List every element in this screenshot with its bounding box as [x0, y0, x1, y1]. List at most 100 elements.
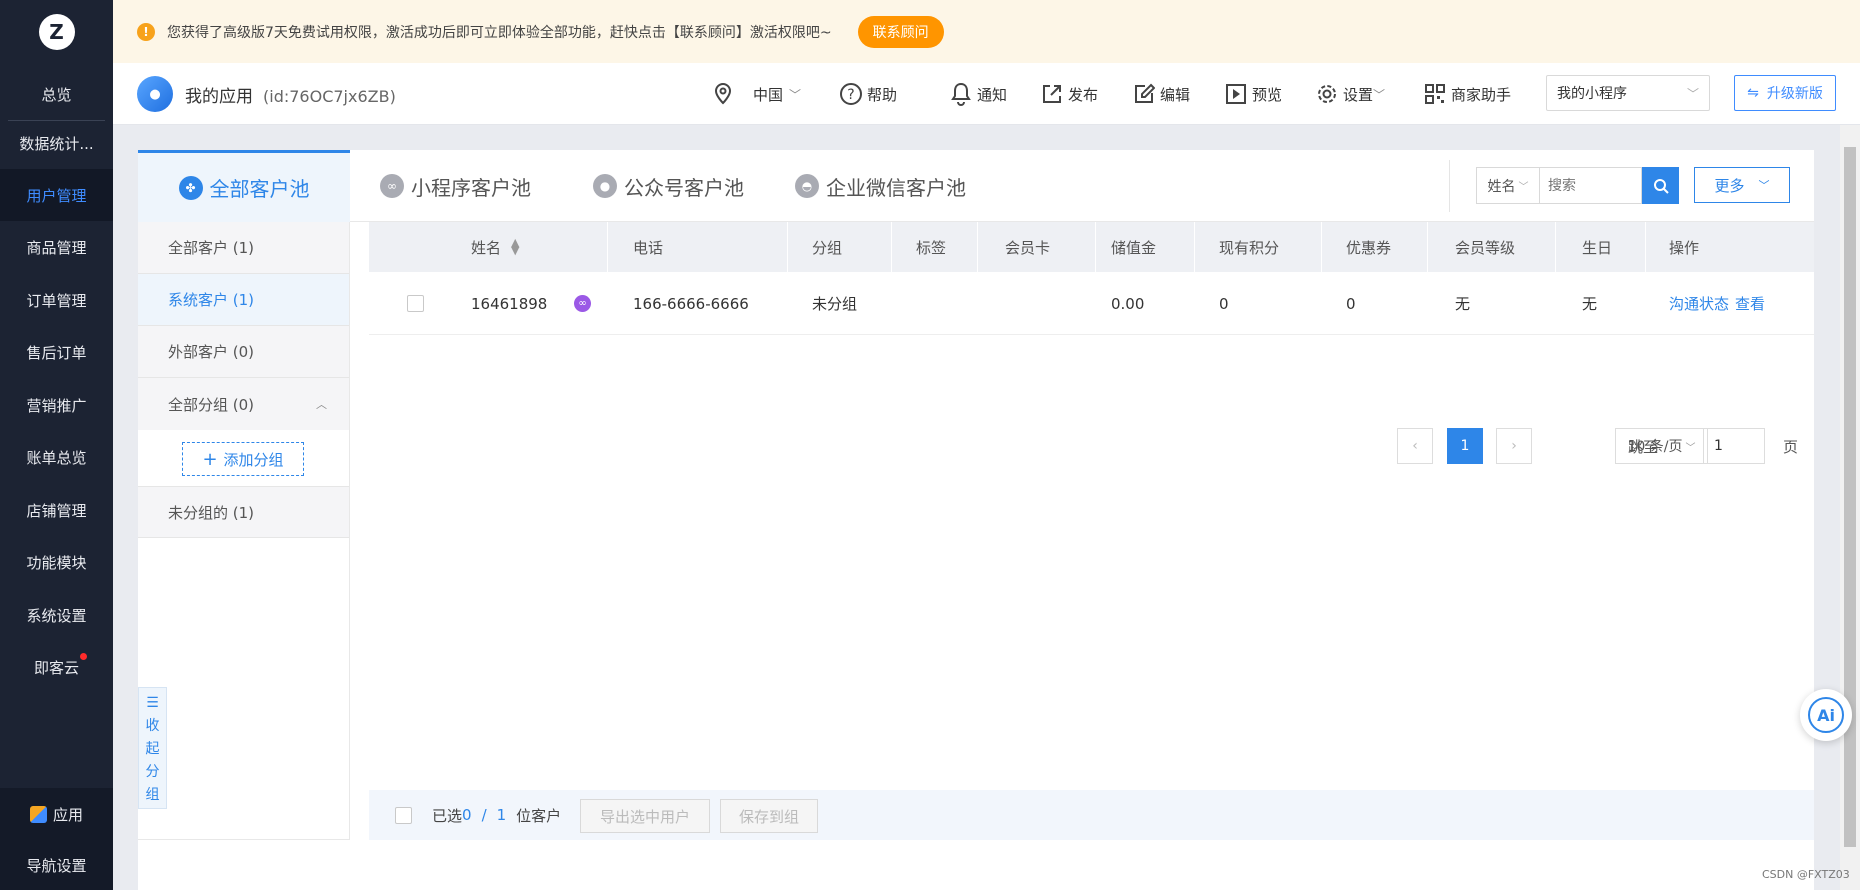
jump-input[interactable]: 1	[1703, 428, 1765, 464]
publish-label: 发布	[1068, 85, 1099, 104]
apps-label: 应用	[52, 805, 83, 824]
page-scrollbar[interactable]	[1840, 125, 1860, 890]
search-icon	[1653, 178, 1669, 194]
clover-icon: ✤	[178, 175, 203, 200]
col-level: 会员等级	[1455, 238, 1516, 257]
settings-button[interactable]: 设置 ﹀	[1315, 79, 1385, 109]
all-groups-label: 全部分组 (0)	[168, 395, 255, 414]
tab-official-account-pool[interactable]: ● 公众号客户池	[593, 150, 744, 222]
watermark: CSDN @FXTZ03	[1762, 868, 1850, 881]
search-button[interactable]	[1642, 167, 1679, 204]
ai-icon: Ai	[1808, 697, 1844, 733]
merchant-label: 商家助手	[1451, 85, 1512, 104]
prev-page-button[interactable]: ‹	[1397, 428, 1433, 464]
publish-button[interactable]: 发布	[1040, 79, 1098, 109]
tab-all-pool[interactable]: ✤ 全部客户池	[138, 150, 350, 222]
svg-text:?: ?	[847, 87, 854, 103]
cell-name: 16461898	[471, 294, 548, 313]
tab-miniprogram-pool[interactable]: ∞ 小程序客户池	[380, 150, 531, 222]
tab-wecom-pool[interactable]: ◓ 企业微信客户池	[795, 150, 966, 222]
group-system-customers[interactable]: 系统客户 (1)	[138, 274, 349, 326]
sidebar-item-aftersales[interactable]: 售后订单	[0, 326, 113, 378]
collapse-groups-button[interactable]: ☰ 收 起 分 组	[138, 687, 167, 809]
app-logo[interactable]: Z	[0, 0, 113, 63]
plus-icon: +	[202, 448, 218, 470]
app-avatar: ●	[137, 76, 173, 112]
help-button[interactable]: ? 帮助	[839, 79, 897, 109]
save-to-group-button[interactable]: 保存到组	[720, 799, 818, 833]
checkbox[interactable]	[395, 807, 412, 824]
checkbox[interactable]	[407, 295, 424, 312]
chat-icon: ◓	[795, 174, 819, 198]
more-button[interactable]: 更多 ﹀	[1694, 167, 1790, 203]
sidebar-item-stats[interactable]: 数据统计...	[0, 117, 113, 169]
sidebar-item-system[interactable]: 系统设置	[0, 589, 113, 641]
selection-summary: 已选 0 / 1 位客户	[432, 790, 561, 840]
sidebar-item-modules[interactable]: 功能模块	[0, 536, 113, 588]
cell-coupons: 0	[1346, 294, 1356, 313]
app-name: 我的应用	[185, 87, 253, 107]
search-input[interactable]	[1540, 167, 1642, 204]
export-selected-button[interactable]: 导出选中用户	[580, 799, 710, 833]
sort-icon[interactable]: ▲ ▼	[511, 237, 519, 256]
sidebar-item-overview[interactable]: 总览	[0, 68, 113, 120]
notify-button[interactable]: 通知	[949, 79, 1007, 109]
scroll-thumb[interactable]	[1844, 147, 1856, 847]
group-all-customers[interactable]: 全部客户 (1)	[138, 222, 349, 274]
chevron-left-icon: ‹	[1412, 438, 1418, 454]
sidebar-item-jikeyun[interactable]: 即客云	[0, 641, 113, 693]
sidebar-item-billing[interactable]: 账单总览	[0, 431, 113, 483]
region-selector[interactable]: 中国 ﹀	[711, 79, 801, 109]
total-count: 1	[496, 806, 507, 824]
table-row: 16461898 ∞ 166-6666-6666 未分组 0.00 0 0 无 …	[369, 272, 1814, 335]
sidebar-item-products[interactable]: 商品管理	[0, 221, 113, 273]
col-divider	[891, 222, 892, 272]
sidebar-item-orders[interactable]: 订单管理	[0, 274, 113, 326]
col-points: 现有积分	[1219, 238, 1280, 257]
app-header: ● 我的应用 (id:76OC7jx6ZB) 中国 ﹀ ? 帮助 通知 发布 编辑	[113, 63, 1860, 125]
app-select[interactable]: 我的小程序 ﹀	[1546, 75, 1710, 111]
sidebar-item-nav-settings[interactable]: 导航设置	[0, 840, 113, 890]
app-select-value: 我的小程序	[1557, 86, 1627, 102]
next-page-button[interactable]: ›	[1496, 428, 1532, 464]
upgrade-button[interactable]: ⇋ 升级新版	[1734, 75, 1836, 111]
page-button[interactable]: 1	[1447, 428, 1483, 464]
view-link[interactable]: 查看	[1735, 293, 1765, 314]
customer-table: 姓名 ▲ ▼ 电话 分组 标签 会员卡 储值金 现有积分 优惠券 会员等级 生日 …	[369, 222, 1814, 464]
edit-button[interactable]: 编辑	[1132, 79, 1190, 109]
add-group-label: 添加分组	[223, 450, 284, 469]
collapse-char: 组	[145, 787, 160, 803]
sidebar-item-store[interactable]: 店铺管理	[0, 484, 113, 536]
group-ungrouped[interactable]: 未分组的 (1)	[138, 486, 349, 538]
tab-official-account-label: 公众号客户池	[624, 175, 744, 200]
ai-assistant-button[interactable]: Ai	[1800, 689, 1852, 741]
cell-birthday: 无	[1582, 295, 1598, 313]
help-label: 帮助	[867, 85, 898, 104]
sidebar-item-apps[interactable]: 应用	[0, 788, 113, 840]
edit-label: 编辑	[1160, 85, 1191, 104]
col-name[interactable]: 姓名 ▲ ▼	[471, 222, 519, 272]
add-group-button[interactable]: + 添加分组	[182, 442, 304, 476]
sidebar-item-marketing[interactable]: 营销推广	[0, 379, 113, 431]
sidebar-item-users[interactable]: 用户管理	[0, 169, 113, 221]
bell-icon	[949, 82, 973, 106]
row-checkbox[interactable]	[407, 272, 424, 335]
bulk-action-bar: 已选 0 / 1 位客户 导出选中用户 保存到组	[369, 790, 1814, 840]
merchant-assistant-button[interactable]: 商家助手	[1423, 79, 1511, 109]
group-panel: 全部客户 (1) 系统客户 (1) 外部客户 (0) 全部分组 (0) ︿ + …	[138, 222, 350, 840]
communication-status-link[interactable]: 沟通状态	[1669, 293, 1729, 314]
col-tag: 标签	[916, 238, 947, 257]
col-balance: 储值金	[1111, 238, 1157, 257]
contact-advisor-button[interactable]: 联系顾问	[857, 15, 944, 48]
tabs-divider	[1449, 160, 1450, 212]
chevron-right-icon: ›	[1511, 438, 1517, 454]
select-all-checkbox[interactable]	[395, 807, 412, 824]
search-field-select[interactable]: 姓名 ﹀	[1476, 167, 1540, 204]
group-external-customers[interactable]: 外部客户 (0)	[138, 326, 349, 378]
preview-button[interactable]: 预览	[1224, 79, 1282, 109]
cell-level: 无	[1455, 295, 1471, 313]
chevron-down-icon: ﹀	[1758, 179, 1770, 192]
group-all-groups[interactable]: 全部分组 (0) ︿	[138, 378, 349, 430]
selection-suffix: 位客户	[516, 806, 562, 825]
location-pin-icon	[711, 82, 735, 106]
